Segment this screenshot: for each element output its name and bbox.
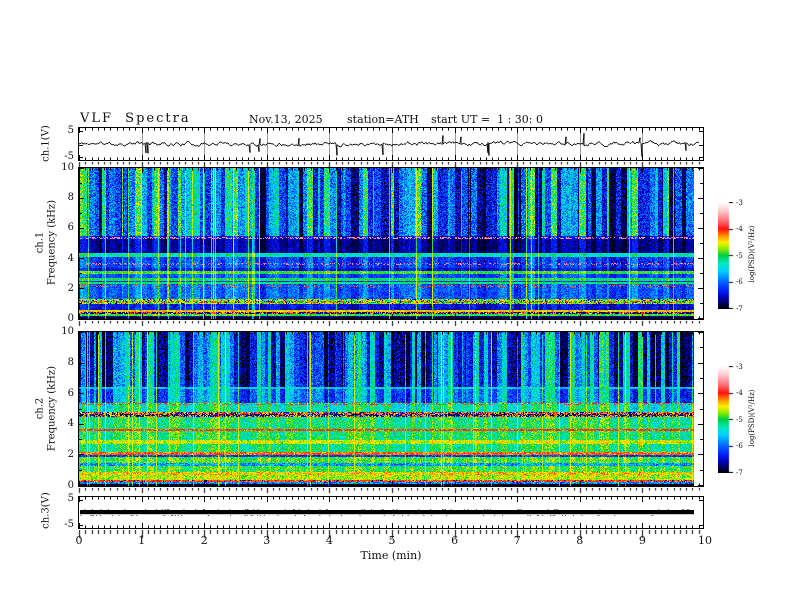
colorbar-label: log(PSD)(V²/Hz): [748, 225, 756, 283]
colorbar-label: log(PSD)(V²/Hz): [748, 389, 756, 447]
x-tick-label: 7: [513, 534, 521, 547]
ch1-waveform-canvas: [78, 127, 704, 161]
y-tick-label: 4: [67, 252, 74, 264]
x-tick-label: 10: [698, 534, 712, 547]
y-tick-label: 6: [67, 387, 74, 399]
x-tick-label: 6: [451, 534, 459, 547]
ylabel-ch1-frequency: Frequency (kHz): [46, 199, 58, 286]
x-tick-label: 0: [75, 534, 83, 547]
x-tick-label: 4: [325, 534, 333, 547]
colorbar-gradient: [718, 202, 734, 309]
colorbar-tick-label: -7: [736, 468, 743, 477]
x-tick-label: 9: [638, 534, 646, 547]
ch2-spectrogram-canvas: [78, 331, 704, 487]
x-axis-title: Time (min): [360, 549, 422, 562]
y-tick-label: 10: [61, 326, 74, 337]
colorbar-tick-label: -3: [736, 362, 743, 371]
colorbar-tick-label: -4: [736, 389, 743, 397]
x-tick-label: 1: [138, 534, 146, 547]
colorbar-tick-label: -3: [736, 198, 743, 207]
header-station: station=ATH: [347, 113, 419, 126]
colorbar-tick-label: -5: [736, 415, 743, 424]
axis-tick-strip: [78, 488, 704, 494]
panel-ch1-spectrogram: [78, 167, 704, 320]
ch3-waveform-canvas: [78, 496, 704, 529]
ch1-spectrogram-canvas: [78, 167, 704, 320]
x-tick-label: 2: [200, 534, 208, 547]
colorbar-tick-label: -7: [736, 304, 743, 313]
panel-ch2-spectrogram: [78, 331, 704, 487]
colorbar-tick-label: -4: [736, 225, 743, 233]
x-tick-label: 3: [263, 534, 271, 547]
vlf-spectra-figure: VLF Spectra Nov.13, 2025 station=ATH sta…: [0, 0, 792, 612]
y-tick-label: 0: [67, 480, 74, 491]
axis-tick-strip: [78, 162, 704, 167]
y-tick-label: 5: [67, 493, 74, 504]
x-tick-label: 5: [388, 534, 396, 547]
colorbar-tick-label: -5: [736, 251, 743, 260]
y-tick-label: 0: [67, 313, 74, 324]
axis-tick-strip: [78, 321, 704, 327]
y-tick-label: -5: [64, 151, 74, 162]
colorbar-gradient: [718, 366, 734, 473]
colorbar-tick-label: -6: [736, 442, 743, 450]
ylabel-ch2-frequency: Frequency (kHz): [46, 365, 58, 452]
y-tick-label: 5: [67, 125, 74, 136]
y-tick-label: 2: [67, 282, 74, 294]
y-tick-label: 8: [67, 356, 74, 368]
panel-ch3-waveform: [78, 496, 704, 529]
x-tick-label: 8: [576, 534, 584, 547]
y-tick-label: 4: [67, 418, 74, 430]
colorbar-tick-label: -6: [736, 278, 743, 286]
panel-ch1-waveform: [78, 127, 704, 161]
y-tick-label: 2: [67, 449, 74, 461]
header-date: Nov.13, 2025: [249, 113, 323, 126]
header-start-ut: start UT = 1 : 30: 0: [431, 113, 544, 126]
y-tick-label: 10: [61, 162, 74, 173]
y-tick-label: 6: [67, 222, 74, 234]
y-tick-label: 8: [67, 192, 74, 204]
y-tick-label: -5: [64, 519, 74, 530]
page-title: VLF Spectra: [80, 111, 191, 126]
